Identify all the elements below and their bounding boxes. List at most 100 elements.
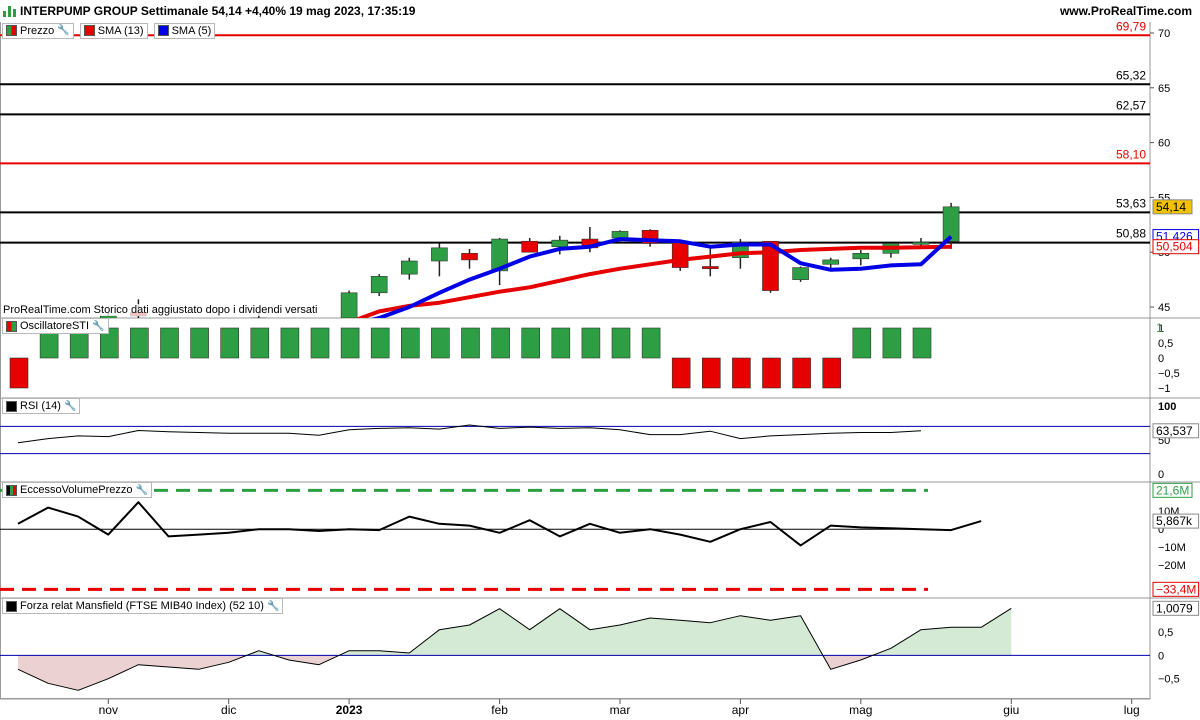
candle-body [521, 240, 539, 253]
last-value-label: −33,4M [1156, 582, 1196, 596]
candle-body [431, 247, 448, 262]
candle-body [370, 276, 388, 294]
legend-sma13[interactable]: SMA (13) [79, 22, 148, 39]
candle-body [461, 253, 478, 261]
last-value-label: 5,867k [1156, 514, 1193, 528]
sti-bar [792, 357, 811, 389]
sti-bar [912, 327, 932, 359]
candle-body [400, 260, 418, 275]
legend-sma5-label: SMA (5) [171, 24, 212, 37]
legend-sma13-label: SMA (13) [97, 24, 144, 37]
sti-bar [370, 327, 390, 359]
sti-bar [9, 357, 29, 389]
y-tick-label: 65 [1158, 83, 1170, 95]
legend-price[interactable]: Prezzo 🔧 [2, 22, 74, 39]
panel-header-mansfield[interactable]: Forza relat Mansfield (FTSE MIB40 Index)… [2, 598, 284, 614]
x-tick-label: mag [849, 703, 872, 717]
data-disclaimer: ProRealTime.com Storico dati aggiustato … [3, 304, 318, 316]
x-tick-label: feb [491, 703, 508, 717]
y-tick-label: −0,5 [1158, 674, 1180, 686]
y-tick-label: −20M [1158, 560, 1186, 572]
website-link[interactable]: www.ProRealTime.com [1060, 4, 1192, 18]
sti-bar [461, 327, 480, 359]
last-value-label: 63,537 [1156, 424, 1193, 438]
x-tick-label: dic [221, 703, 236, 717]
volume-swatch [6, 484, 17, 496]
mansfield-swatch [6, 600, 17, 612]
x-tick-label: 2023 [336, 703, 363, 717]
sti-bar [491, 327, 510, 359]
rsi-line [17, 424, 922, 444]
panel-sti-label: OscillatoreSTI [20, 320, 90, 332]
panel-header-rsi[interactable]: RSI (14) 🔧 [2, 398, 81, 414]
y-tick-label: 100 [1158, 401, 1176, 413]
x-tick-label: apr [732, 703, 749, 717]
level-label: 65,32 [1116, 68, 1146, 82]
last-value-label: 50,504 [1156, 240, 1193, 254]
sti-bar [701, 357, 721, 389]
y-tick-label: 0,5 [1158, 627, 1173, 639]
price-legend: Prezzo 🔧 SMA (13) SMA (5) [2, 22, 216, 39]
sti-bar [190, 327, 209, 359]
sti-bar [641, 327, 661, 359]
candle-body [792, 267, 809, 280]
candle-body [671, 242, 689, 268]
panel-volume-label: EccessoVolumePrezzo [20, 484, 133, 496]
sti-bar [611, 327, 631, 359]
wrench-icon[interactable]: 🔧 [267, 601, 279, 612]
x-tick-label: giu [1003, 703, 1019, 717]
sti-bar [882, 327, 902, 359]
legend-sma5[interactable]: SMA (5) [153, 22, 216, 39]
wrench-icon[interactable]: 🔧 [92, 321, 104, 332]
candle-body [611, 231, 629, 239]
sti-bar [400, 327, 420, 359]
candle-body [250, 317, 268, 318]
chart-title: INTERPUMP GROUP Settimanale 54,14 +4,40%… [20, 4, 416, 18]
sti-bar [280, 327, 300, 359]
sma13-swatch [83, 25, 95, 36]
candle-body [942, 206, 960, 242]
sti-bar [521, 327, 541, 359]
sti-bar [431, 327, 450, 359]
sti-bar [822, 357, 842, 389]
y-tick-label: 70 [1158, 28, 1170, 40]
candle-body [340, 292, 358, 318]
last-value-label: 1,0079 [1156, 601, 1193, 615]
sti-bar [852, 327, 872, 359]
x-tick-label: nov [99, 703, 118, 717]
sti-bar [762, 357, 781, 389]
level-label: 50,88 [1116, 227, 1146, 241]
x-tick-label: lug [1124, 703, 1140, 717]
legend-price-label: Prezzo [20, 24, 55, 37]
level-label: 62,57 [1116, 98, 1146, 112]
chart-app-icon [3, 5, 17, 17]
sti-bar [551, 327, 571, 359]
panel-rsi-label: RSI (14) [20, 400, 61, 412]
candle-body [40, 367, 56, 375]
wrench-icon[interactable]: 🔧 [64, 401, 76, 412]
sti-bar [310, 327, 330, 359]
sti-bar [250, 327, 270, 359]
panel-header-sti[interactable]: OscillatoreSTI 🔧 [2, 318, 109, 334]
price-swatch [6, 25, 17, 36]
x-tick-label: mar [610, 703, 631, 717]
sti-bar [130, 327, 149, 359]
candle-body [701, 266, 719, 269]
sma13-line [355, 244, 952, 318]
mansfield-positive-area [18, 608, 1012, 656]
sti-bar [160, 327, 179, 359]
wrench-icon[interactable]: 🔧 [57, 25, 69, 36]
sti-bar [220, 327, 239, 359]
last-value-label: 1 [1156, 321, 1163, 335]
wrench-icon[interactable]: 🔧 [136, 485, 148, 496]
last-value-label: 54,14 [1156, 200, 1186, 214]
panel-header-volume[interactable]: EccessoVolumePrezzo 🔧 [2, 482, 152, 498]
y-tick-label: −10M [1158, 542, 1186, 554]
candle-body [852, 253, 870, 260]
y-tick-label: −1 [1158, 383, 1171, 395]
sti-swatch [6, 320, 17, 332]
last-value-label: 21,6M [1156, 483, 1189, 497]
sma5-swatch [157, 25, 169, 36]
y-tick-label: 45 [1158, 302, 1170, 314]
y-tick-label: 0 [1158, 650, 1164, 662]
